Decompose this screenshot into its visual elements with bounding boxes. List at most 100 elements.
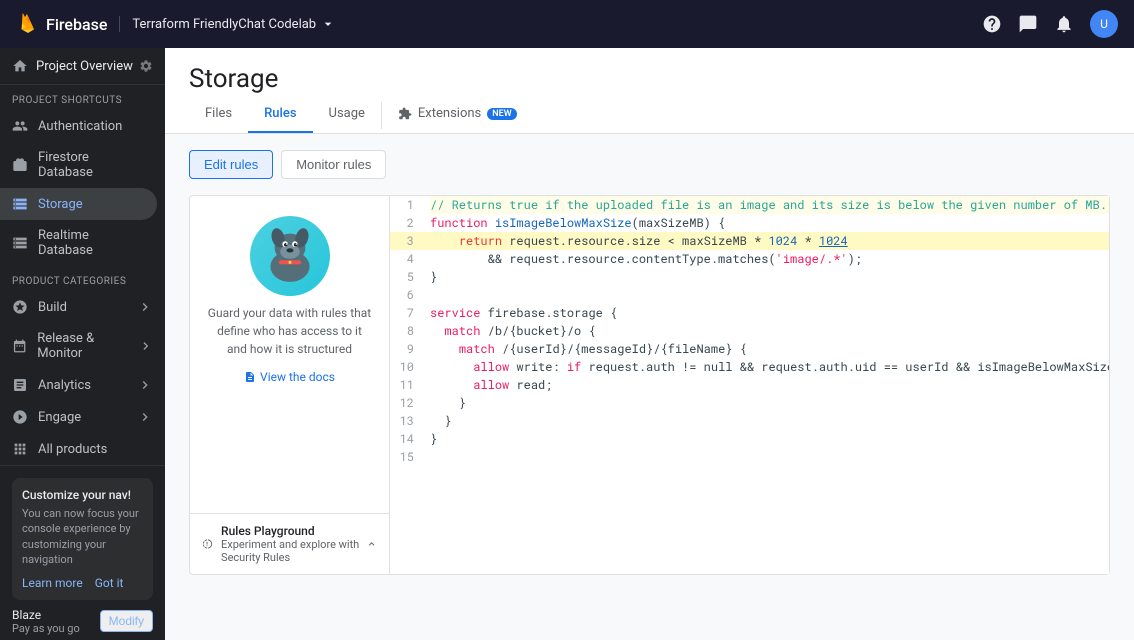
home-icon (12, 58, 28, 74)
code-line-3: 3 return request.resource.size < maxSize… (390, 232, 1109, 250)
project-overview-label: Project Overview (36, 59, 133, 74)
layout: Project Overview Project shortcuts Authe… (0, 48, 1134, 640)
modify-button[interactable]: Modify (100, 610, 153, 632)
sub-tabs: Edit rules Monitor rules (189, 150, 1110, 179)
code-line-15: 15 (390, 448, 1109, 466)
code-line-14: 14 } (390, 430, 1109, 448)
engage-label: Engage (38, 410, 81, 425)
release-icon (12, 338, 27, 354)
customize-links: Learn more Got it (22, 576, 143, 590)
chevron-right3-icon (137, 377, 153, 393)
project-overview-item[interactable]: Project Overview (0, 48, 165, 85)
code-line-10: 10 allow write: if request.auth != null … (390, 358, 1109, 376)
rules-playground: Guard your data with rules that define w… (190, 196, 390, 574)
code-line-5: 5 } (390, 268, 1109, 286)
code-line-1: 1 // Returns true if the uploaded file i… (390, 196, 1109, 214)
got-it-link[interactable]: Got it (95, 576, 124, 590)
avatar[interactable]: U (1090, 10, 1118, 38)
playground-footer[interactable]: Rules Playground Experiment and explore … (190, 513, 389, 574)
project-selector[interactable]: Terraform FriendlyChat Codelab (119, 16, 336, 32)
firebase-icon (16, 12, 40, 36)
page-title: Storage (189, 56, 1110, 98)
chevron-right4-icon (137, 409, 153, 425)
settings-icon[interactable] (139, 59, 153, 73)
chevron-down-icon (320, 16, 336, 32)
sidebar-item-firestore[interactable]: Firestore Database (0, 142, 157, 188)
help-icon[interactable] (982, 14, 1002, 34)
analytics-icon (12, 377, 28, 393)
chat-icon[interactable] (1018, 14, 1038, 34)
project-shortcuts-label: Project shortcuts (0, 85, 165, 110)
sidebar-group-analytics[interactable]: Analytics (0, 369, 165, 401)
playground-icon (202, 536, 213, 552)
chevron-right-icon (137, 299, 153, 315)
sidebar-item-realtime[interactable]: Realtime Database (0, 220, 157, 266)
engage-icon (12, 409, 28, 425)
release-monitor-label: Release & Monitor (37, 331, 137, 361)
topbar-right: U (982, 10, 1118, 38)
view-docs-link[interactable]: View the docs (190, 370, 389, 396)
sidebar: Project Overview Project shortcuts Authe… (0, 48, 165, 640)
code-line-7: 7 service firebase.storage { (390, 304, 1109, 322)
playground-text: Guard your data with rules that define w… (190, 304, 389, 370)
customize-title: Customize your nav! (22, 488, 143, 502)
code-line-2: 2 function isImageBelowMaxSize(maxSizeMB… (390, 214, 1109, 232)
topbar-left: Firebase Terraform FriendlyChat Codelab (16, 12, 336, 36)
sidebar-bottom: Customize your nav! You can now focus yo… (0, 465, 165, 640)
sidebar-item-authentication[interactable]: Authentication (0, 110, 157, 142)
playground-illustration (190, 196, 389, 304)
monitor-rules-tab[interactable]: Monitor rules (281, 150, 386, 179)
main-header: Storage Files Rules Usage Extensions NEW (165, 48, 1134, 134)
tabs: Files Rules Usage Extensions NEW (189, 98, 1110, 133)
blaze-info: Blaze Pay as you go (12, 608, 80, 635)
users-icon (12, 118, 28, 134)
code-line-13: 13 } (390, 412, 1109, 430)
content-area: Edit rules Monitor rules (165, 134, 1134, 640)
chevron-right2-icon (138, 338, 153, 354)
tab-usage[interactable]: Usage (313, 98, 381, 133)
build-label: Build (38, 300, 67, 315)
code-line-8: 8 match /b/{bucket}/o { (390, 322, 1109, 340)
code-line-9: 9 match /{userId}/{messageId}/{fileName}… (390, 340, 1109, 358)
learn-more-link[interactable]: Learn more (22, 576, 83, 590)
blaze-sub: Pay as you go (12, 622, 80, 635)
firebase-label: Firebase (46, 15, 107, 34)
main-content: Storage Files Rules Usage Extensions NEW (165, 48, 1134, 640)
blaze-bar: Blaze Pay as you go Modify (12, 608, 153, 635)
tab-files[interactable]: Files (189, 98, 248, 133)
notification-icon[interactable] (1054, 14, 1074, 34)
tab-extensions[interactable]: Extensions NEW (382, 98, 533, 133)
doc-icon (244, 371, 256, 383)
all-products-label: All products (38, 442, 107, 457)
tab-rules[interactable]: Rules (248, 98, 312, 133)
extensions-icon (398, 107, 412, 121)
playground-footer-sub: Experiment and explore with Security Rul… (221, 538, 366, 564)
code-editor[interactable]: 1 // Returns true if the uploaded file i… (390, 196, 1109, 574)
collapse-icon (366, 536, 377, 552)
firebase-logo[interactable]: Firebase (16, 12, 107, 36)
customize-text: You can now focus your console experienc… (22, 506, 143, 568)
view-docs-label: View the docs (260, 370, 335, 384)
code-line-4: 4 && request.resource.contentType.matche… (390, 250, 1109, 268)
topbar: Firebase Terraform FriendlyChat Codelab … (0, 0, 1134, 48)
project-name: Terraform FriendlyChat Codelab (132, 17, 316, 32)
customize-box: Customize your nav! You can now focus yo… (12, 478, 153, 600)
code-line-11: 11 allow read; (390, 376, 1109, 394)
sidebar-item-storage[interactable]: Storage (0, 188, 157, 220)
sidebar-group-engage[interactable]: Engage (0, 401, 165, 433)
edit-rules-tab[interactable]: Edit rules (189, 150, 273, 179)
rules-container: Guard your data with rules that define w… (189, 195, 1110, 575)
product-categories-label: Product categories (0, 266, 165, 291)
realtime-icon (12, 235, 28, 251)
sidebar-item-all-products[interactable]: All products (0, 433, 165, 465)
storage-icon (12, 196, 28, 212)
storage-label: Storage (38, 197, 83, 212)
build-icon (12, 299, 28, 315)
grid-icon (12, 441, 28, 457)
new-badge: NEW (487, 108, 516, 120)
firestore-icon (12, 157, 28, 173)
dog-illustration (250, 216, 330, 296)
sidebar-group-release-monitor[interactable]: Release & Monitor (0, 323, 165, 369)
sidebar-group-build[interactable]: Build (0, 291, 165, 323)
analytics-label: Analytics (38, 378, 91, 393)
